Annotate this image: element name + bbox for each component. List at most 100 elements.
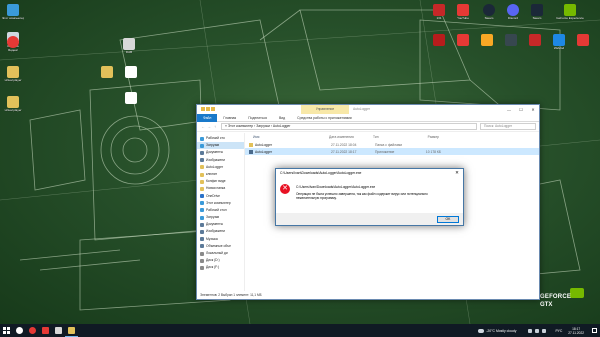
nav-item[interactable]: Документы xyxy=(197,149,244,156)
nav-item[interactable]: Локальный ди xyxy=(197,250,244,257)
taskbar-search-button[interactable] xyxy=(13,324,26,337)
desktop-icon-steam[interactable]: Steam xyxy=(478,4,500,21)
desktop-icon-geforce[interactable]: GeForce Experience xyxy=(550,4,590,21)
desktop-icon-game-1[interactable] xyxy=(428,34,450,47)
column-name[interactable]: Имя xyxy=(253,135,329,139)
close-icon[interactable]: ✕ xyxy=(527,105,539,114)
desktop-icon-app-131[interactable]: 131 xyxy=(428,4,450,21)
folder-icon xyxy=(200,237,204,242)
nav-item[interactable]: Загрузки xyxy=(197,142,244,150)
network-icon[interactable] xyxy=(535,328,540,333)
tab-view[interactable]: Вид xyxy=(273,114,291,122)
search-input[interactable]: Поиск: AutoLogger xyxy=(480,123,536,130)
file-date: 27.11.2022 18:04 xyxy=(331,142,357,147)
file-row[interactable]: AutoLogger 27.11.2022 18:04 Папка с файлам… xyxy=(245,141,539,148)
yandex-icon xyxy=(7,36,19,48)
steam-icon xyxy=(483,4,495,16)
new-folder-icon[interactable] xyxy=(211,107,215,111)
nav-item[interactable]: Документы xyxy=(197,221,244,228)
nav-item[interactable]: Диск (F:) xyxy=(197,264,244,271)
file-size: 10 178 КБ xyxy=(425,149,441,154)
minimize-icon[interactable]: — xyxy=(503,105,515,114)
nav-item[interactable]: Рабочий стол xyxy=(197,207,244,214)
nav-item[interactable]: Изображени xyxy=(197,157,244,164)
nav-item-label: Рабочий сто xyxy=(206,136,225,140)
maximize-icon[interactable]: ☐ xyxy=(515,105,527,114)
folder-icon xyxy=(200,186,204,191)
desktop-icon-game-7[interactable] xyxy=(572,34,594,47)
nav-item-label: Изображени xyxy=(206,229,225,234)
nav-item[interactable]: клюнит xyxy=(197,171,244,178)
desktop-icon-game-4[interactable] xyxy=(500,34,522,47)
desktop-icon-this-pc[interactable]: Этот компьютер xyxy=(2,4,24,21)
nav-item[interactable]: Музыка xyxy=(197,236,244,243)
desktop-icon-discord[interactable]: Discord xyxy=(502,4,524,21)
properties-icon[interactable] xyxy=(206,107,210,111)
game-icon xyxy=(457,34,469,46)
nav-item[interactable]: OneDrive xyxy=(197,193,244,200)
folder-icon xyxy=(200,215,204,220)
clock[interactable]: 18:17 27.11.2022 xyxy=(568,327,584,335)
desktop-icon-game-3[interactable] xyxy=(476,34,498,47)
desktop-icon-file-1[interactable]: virtual player xyxy=(2,66,24,83)
file-row[interactable]: AutoLogger 27.11.2022 18:17 Приложение 10 1… xyxy=(245,148,539,155)
desktop-icon-youtube[interactable]: YouTube xyxy=(452,4,474,21)
nav-item[interactable]: Новая папка xyxy=(197,185,244,192)
tab-app-tools[interactable]: Средства работы с приложениями xyxy=(291,114,358,122)
desktop-icon-document[interactable] xyxy=(120,66,142,79)
nav-item[interactable]: AutoLogger xyxy=(197,164,244,171)
address-bar-row: ← → ↑ « Этот компьютер › Загрузки › Auto… xyxy=(197,122,539,132)
desktop-icon-file-2[interactable]: virtual player xyxy=(2,96,24,113)
game-icon xyxy=(577,34,589,46)
nav-item[interactable]: Конфиг виде xyxy=(197,178,244,185)
nav-item-label: Загрузки xyxy=(206,215,220,220)
start-button[interactable] xyxy=(0,324,13,337)
desktop-icon-document-2[interactable] xyxy=(120,92,142,105)
status-bar: Элементов: 2 Выбран 1 элемент: 11,1 МБ xyxy=(197,291,539,299)
desktop-icon-yandex[interactable]: Яндекс xyxy=(2,36,24,53)
notification-icon[interactable] xyxy=(592,328,597,333)
nav-item[interactable]: Этот компьютер xyxy=(197,200,244,207)
desktop-icon-game-2[interactable] xyxy=(452,34,474,47)
column-date[interactable]: Дата изменения xyxy=(329,135,373,139)
folder-icon xyxy=(200,150,204,155)
input-language[interactable]: РУС xyxy=(555,329,562,333)
dialog-titlebar: C:\Users\Ivan\Downloads\AutoLogger\AutoL… xyxy=(276,169,463,177)
taskbar-yandex-button[interactable] xyxy=(26,324,39,337)
nav-item[interactable]: Объемные объе xyxy=(197,243,244,250)
folder-icon xyxy=(200,244,204,249)
desktop-icon-steam-2[interactable]: Steam xyxy=(526,4,548,21)
nav-item[interactable]: Загрузки xyxy=(197,214,244,221)
desktop-icon-folder[interactable] xyxy=(96,66,118,79)
nav-item[interactable]: Рабочий сто xyxy=(197,135,244,142)
volume-icon[interactable] xyxy=(542,328,547,333)
up-icon[interactable]: ↑ xyxy=(212,124,218,129)
youtube-icon xyxy=(457,4,469,16)
column-size[interactable]: Размер xyxy=(415,135,439,139)
taskbar-explorer-button[interactable] xyxy=(65,324,78,337)
column-type[interactable]: Тип xyxy=(373,135,415,139)
desktop-icon-dab[interactable]: DAB xyxy=(118,38,140,55)
tab-file[interactable]: Файл xyxy=(197,113,218,122)
chevron-up-icon[interactable] xyxy=(528,328,533,333)
taskbar-media-button[interactable] xyxy=(39,324,52,337)
nav-item-label: OneDrive xyxy=(206,193,220,198)
nav-item[interactable]: Диск (D:) xyxy=(197,257,244,264)
ribbon-context-manage[interactable]: Управление xyxy=(301,105,349,114)
quick-access-toolbar[interactable] xyxy=(201,107,217,112)
taskbar-notepad-button[interactable] xyxy=(52,324,65,337)
folder-icon xyxy=(249,142,253,147)
ok-button[interactable]: OK xyxy=(437,216,459,223)
desktop-icon-game-5[interactable] xyxy=(524,34,546,47)
dialog-message: Операция не была успешно завершена, так … xyxy=(296,192,428,201)
folder-icon xyxy=(200,172,204,177)
weather-widget[interactable]: -20°C Mostly cloudy xyxy=(478,328,516,333)
desktop-icon-wemod[interactable]: WeMod xyxy=(548,34,570,51)
windows-icon xyxy=(3,327,10,334)
tab-home[interactable]: Главная xyxy=(217,114,242,122)
address-bar[interactable]: « Этот компьютер › Загрузки › AutoLogger xyxy=(221,123,477,130)
tab-share[interactable]: Поделиться xyxy=(242,114,273,122)
discord-icon xyxy=(507,4,519,16)
close-icon[interactable]: ✕ xyxy=(451,169,463,177)
nav-item[interactable]: Изображени xyxy=(197,228,244,235)
